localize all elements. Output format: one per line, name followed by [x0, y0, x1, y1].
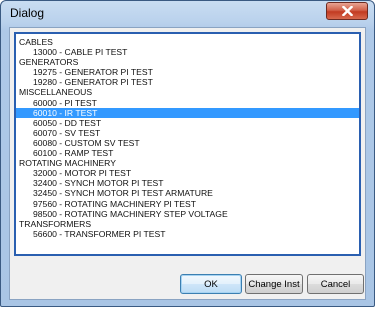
change-inst-button[interactable]: Change Inst [245, 274, 303, 294]
cancel-button[interactable]: Cancel [307, 274, 364, 294]
list-item[interactable]: 60070 - SV TEST [16, 128, 359, 138]
list-item[interactable]: 98500 - ROTATING MACHINERY STEP VOLTAGE [16, 209, 359, 219]
list-category[interactable]: GENERATORS [16, 57, 359, 67]
close-icon [341, 6, 353, 16]
test-listbox[interactable]: CABLES 13000 - CABLE PI TEST GENERATORS 192… [14, 32, 361, 256]
list-item[interactable]: 32450 - SYNCH MOTOR PI TEST ARMATURE [16, 188, 359, 198]
list-item[interactable]: 19275 - GENERATOR PI TEST [16, 67, 359, 77]
dialog-window: Dialog CABLES 13000 - CABLE PI TEST GENERA… [0, 0, 375, 307]
list-item[interactable]: 60080 - CUSTOM SV TEST [16, 138, 359, 148]
list-category[interactable]: MISCELLANEOUS [16, 87, 359, 97]
list-item[interactable]: 60050 - DD TEST [16, 118, 359, 128]
list-item[interactable]: 56600 - TRANSFORMER PI TEST [16, 229, 359, 239]
list-item[interactable]: 19280 - GENERATOR PI TEST [16, 77, 359, 87]
list-item[interactable]: 13000 - CABLE PI TEST [16, 47, 359, 57]
list-category[interactable]: ROTATING MACHINERY [16, 158, 359, 168]
list-item[interactable]: 32000 - MOTOR PI TEST [16, 168, 359, 178]
dialog-client-area: CABLES 13000 - CABLE PI TEST GENERATORS 192… [9, 27, 366, 300]
list-category[interactable]: TRANSFORMERS [16, 219, 359, 229]
list-item[interactable]: 60100 - RAMP TEST [16, 148, 359, 158]
list-item[interactable]: 97560 - ROTATING MACHINERY PI TEST [16, 199, 359, 209]
close-button[interactable] [326, 2, 368, 20]
window-title: Dialog [10, 6, 45, 20]
list-category[interactable]: CABLES [16, 37, 359, 47]
list-item[interactable]: 60000 - PI TEST [16, 98, 359, 108]
list-item[interactable]: 60010 - IR TEST [16, 107, 359, 118]
title-bar[interactable]: Dialog [1, 1, 374, 27]
list-item[interactable]: 32400 - SYNCH MOTOR PI TEST [16, 178, 359, 188]
ok-button[interactable]: OK [180, 274, 242, 294]
